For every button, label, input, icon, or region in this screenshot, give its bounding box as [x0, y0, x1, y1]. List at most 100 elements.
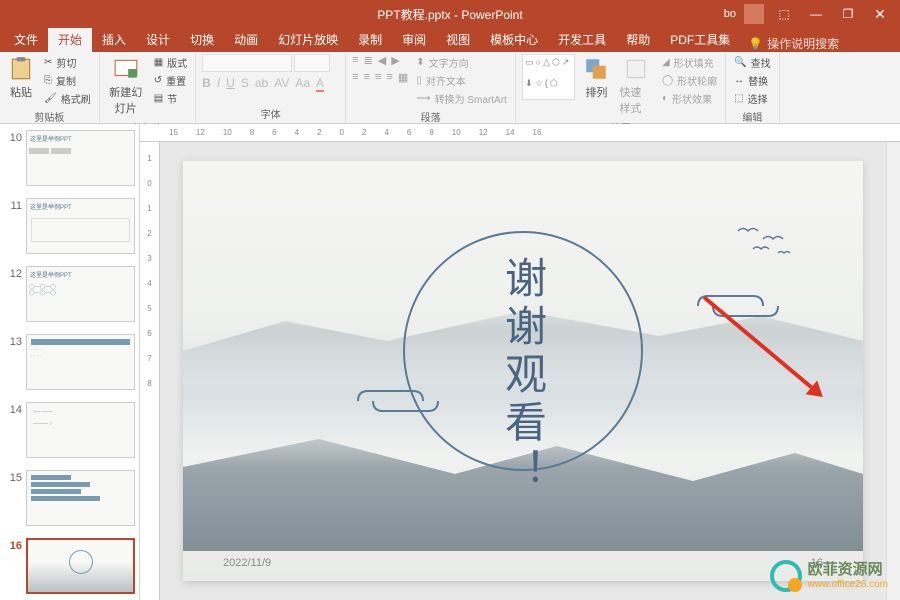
columns-button[interactable]: ▦ — [398, 71, 408, 84]
cut-button[interactable]: ✂ 剪切 — [42, 54, 93, 71]
numbering-button[interactable]: ≣ — [364, 54, 373, 67]
thumb-15[interactable]: 15 — [0, 464, 139, 532]
tab-templates[interactable]: 模板中心 — [480, 27, 548, 52]
slide-main[interactable]: 谢谢观看！ 2022/1 — [183, 161, 863, 581]
tab-view[interactable]: 视图 — [436, 27, 480, 52]
watermark: 欧菲资源网 www.office26.com — [770, 560, 888, 592]
thumb-16[interactable]: 16 — [0, 532, 139, 600]
tell-me-search[interactable]: 💡 操作说明搜索 — [748, 35, 839, 52]
ribbon-group-clipboard: 粘贴 ✂ 剪切 ⎘ 复制 🖌 格式刷 剪贴板 — [0, 52, 100, 123]
bullets-button[interactable]: ≡ — [352, 54, 358, 67]
vertical-scrollbar[interactable] — [886, 142, 900, 600]
find-icon: 🔍 — [734, 57, 746, 68]
underline-button[interactable]: U — [226, 76, 235, 92]
paste-label: 粘贴 — [10, 84, 32, 100]
arrange-icon — [583, 56, 609, 82]
ribbon-options-icon[interactable]: ⬚ — [772, 2, 796, 26]
thumb-12[interactable]: 12 这里是举例PPT◯—◯—◯◯—◯—◯ — [0, 260, 139, 328]
copy-button[interactable]: ⎘ 复制 — [42, 72, 93, 89]
thumb-11[interactable]: 11 这里是举例PPT — [0, 192, 139, 260]
arrange-button[interactable]: 排列 — [581, 54, 611, 102]
ribbon-group-editing: 🔍查找 ↔替换 ⬚选择 编辑 — [726, 52, 779, 123]
tab-developer[interactable]: 开发工具 — [548, 27, 616, 52]
new-slide-icon — [113, 56, 139, 82]
new-slide-button[interactable]: 新建幻灯片 — [106, 54, 146, 118]
align-text-button[interactable]: ▯对齐文本 — [414, 72, 509, 89]
thumb-13[interactable]: 13 · · · ·· · · · — [0, 328, 139, 396]
tab-help[interactable]: 帮助 — [616, 27, 660, 52]
ribbon-group-drawing: ▭○△⬡↗⬇☆{⬠ 排列 快速样式 ◢形状填充 ◯形状轮廓 ◐形状效果 绘图 — [516, 52, 726, 123]
font-color-button[interactable]: A — [316, 76, 324, 92]
watermark-logo-icon — [770, 560, 802, 592]
font-family-select[interactable] — [202, 54, 292, 72]
slide-panel[interactable]: 10 这里是举例PPT 11 这里是举例PPT 12 这里是举例PPT◯—◯—◯… — [0, 124, 140, 600]
birds-icon — [733, 221, 803, 266]
brush-icon: 🖌 — [44, 93, 57, 104]
tab-record[interactable]: 录制 — [348, 27, 392, 52]
reset-button[interactable]: ↺ 重置 — [152, 72, 189, 89]
replace-button[interactable]: ↔替换 — [732, 72, 772, 89]
tab-transitions[interactable]: 切换 — [180, 27, 224, 52]
shapes-gallery[interactable]: ▭○△⬡↗⬇☆{⬠ — [522, 54, 575, 100]
justify-button[interactable]: ≡ — [386, 71, 392, 84]
section-button[interactable]: ▤ 节 — [152, 90, 189, 107]
thumb-10[interactable]: 10 这里是举例PPT — [0, 124, 139, 192]
tab-file[interactable]: 文件 — [4, 27, 48, 52]
align-center-button[interactable]: ≡ — [364, 71, 370, 84]
user-avatar-icon[interactable] — [744, 4, 764, 24]
text-direction-button[interactable]: ⬍文字方向 — [414, 54, 509, 71]
section-icon: ▤ — [154, 93, 163, 104]
main-text[interactable]: 谢谢观看！ — [493, 256, 554, 496]
layout-button[interactable]: ▦ 版式 — [152, 54, 189, 71]
tab-slideshow[interactable]: 幻灯片放映 — [268, 27, 348, 52]
select-button[interactable]: ⬚选择 — [732, 90, 772, 107]
italic-button[interactable]: I — [217, 76, 220, 92]
main-area: 10 这里是举例PPT 11 这里是举例PPT 12 这里是举例PPT◯—◯—◯… — [0, 124, 900, 600]
tab-animations[interactable]: 动画 — [224, 27, 268, 52]
canvas-area: 15121086420246810121416 1012345678 谢谢观看！ — [140, 124, 900, 600]
cloud-right — [693, 291, 783, 326]
paste-button[interactable]: 粘贴 — [6, 54, 36, 102]
reset-icon: ↺ — [154, 75, 162, 86]
minimize-button[interactable]: — — [804, 2, 828, 26]
slide-date[interactable]: 2022/11/9 — [223, 557, 271, 569]
text-shadow-button[interactable]: ab — [255, 76, 268, 92]
char-spacing-button[interactable]: AV — [274, 76, 289, 92]
bulb-icon: 💡 — [748, 37, 763, 51]
ribbon: 粘贴 ✂ 剪切 ⎘ 复制 🖌 格式刷 剪贴板 — [0, 52, 900, 124]
watermark-en: www.office26.com — [808, 579, 888, 590]
ruler-horizontal: 15121086420246810121416 — [140, 124, 900, 142]
watermark-cn: 欧菲资源网 — [808, 562, 888, 579]
shape-fill-button[interactable]: ◢形状填充 — [660, 54, 719, 71]
shape-outline-button[interactable]: ◯形状轮廓 — [660, 72, 719, 89]
decrease-indent-button[interactable]: ◀ — [378, 54, 386, 67]
bold-button[interactable]: B — [202, 76, 211, 92]
align-right-button[interactable]: ≡ — [375, 71, 381, 84]
increase-indent-button[interactable]: ▶ — [391, 54, 399, 67]
tab-design[interactable]: 设计 — [136, 27, 180, 52]
format-painter-button[interactable]: 🖌 格式刷 — [42, 90, 93, 107]
cloud-left — [353, 386, 443, 421]
close-button[interactable]: ✕ — [868, 2, 892, 26]
thumb-14[interactable]: 14 ○— ————— ○ — [0, 396, 139, 464]
editing-group-label: 编辑 — [732, 107, 772, 124]
font-group-label: 字体 — [202, 104, 339, 121]
ribbon-group-paragraph: ≡ ≣ ◀ ▶ ≡ ≡ ≡ ≡ ▦ ⬍文字方向 ▯对齐文本 ⟶转换为 Smart… — [346, 52, 516, 123]
tab-home[interactable]: 开始 — [48, 27, 92, 52]
tab-pdftools[interactable]: PDF工具集 — [660, 27, 740, 52]
tab-review[interactable]: 审阅 — [392, 27, 436, 52]
replace-icon: ↔ — [734, 75, 744, 86]
smartart-button[interactable]: ⟶转换为 SmartArt — [414, 90, 509, 107]
font-size-select[interactable] — [294, 54, 330, 72]
ribbon-group-font: B I U S ab AV Aa A 字体 — [196, 52, 346, 123]
tab-insert[interactable]: 插入 — [92, 27, 136, 52]
shape-effects-button[interactable]: ◐形状效果 — [660, 90, 719, 107]
change-case-button[interactable]: Aa — [295, 76, 310, 92]
align-left-button[interactable]: ≡ — [352, 71, 358, 84]
find-button[interactable]: 🔍查找 — [732, 54, 772, 71]
strikethrough-button[interactable]: S — [241, 76, 249, 92]
restore-button[interactable]: ❐ — [836, 2, 860, 26]
quick-styles-button[interactable]: 快速样式 — [617, 54, 654, 118]
layout-icon: ▦ — [154, 57, 163, 68]
slide-stage[interactable]: 谢谢观看！ 2022/1 — [160, 142, 886, 600]
